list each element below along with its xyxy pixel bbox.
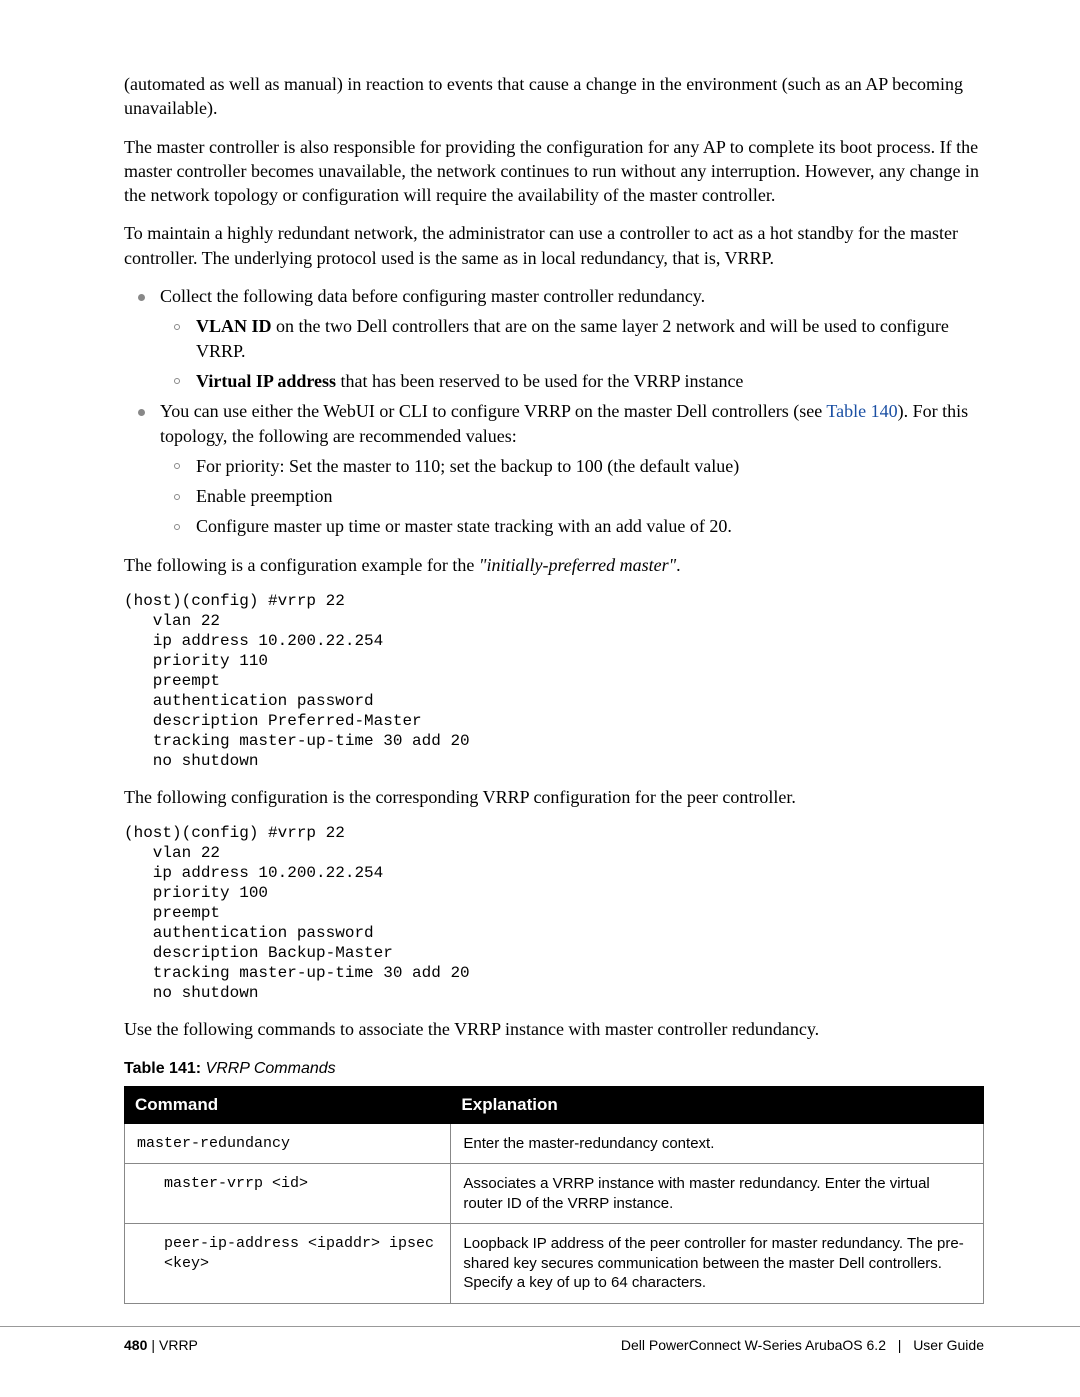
table-row: peer-ip-address <ipaddr> ipsec <key>Loop…: [125, 1224, 984, 1304]
sub-bullet-item: For priority: Set the master to 110; set…: [160, 454, 984, 478]
table-header-command: Command: [125, 1086, 451, 1123]
command-cell: master-vrrp <id>: [125, 1164, 451, 1224]
body-paragraph: To maintain a highly redundant network, …: [124, 221, 984, 270]
table-row: master-redundancyEnter the master-redund…: [125, 1123, 984, 1164]
footer-right: Dell PowerConnect W-Series ArubaOS 6.2 |…: [621, 1337, 984, 1353]
sub-bullet-item: Virtual IP address that has been reserve…: [160, 369, 984, 393]
body-paragraph: The following configuration is the corre…: [124, 785, 984, 809]
italic-text: "initially-preferred master": [479, 555, 676, 575]
table-header-explanation: Explanation: [451, 1086, 984, 1123]
explanation-cell: Enter the master-redundancy context.: [451, 1123, 984, 1164]
footer-product: Dell PowerConnect W-Series ArubaOS 6.2: [621, 1337, 886, 1353]
text-run: The following is a configuration example…: [124, 555, 479, 575]
body-paragraph: The master controller is also responsibl…: [124, 135, 984, 208]
vrrp-commands-table: Command Explanation master-redundancyEnt…: [124, 1086, 984, 1304]
footer-doc: User Guide: [913, 1337, 984, 1353]
bullet-item: You can use either the WebUI or CLI to c…: [124, 399, 984, 538]
sub-bullet-item: Enable preemption: [160, 484, 984, 508]
explanation-cell: Associates a VRRP instance with master r…: [451, 1164, 984, 1224]
bullet-text: You can use either the WebUI or CLI to c…: [160, 401, 826, 421]
footer-left: 480|VRRP: [124, 1337, 198, 1353]
cross-ref-link[interactable]: Table 140: [826, 401, 897, 421]
bullet-text: on the two Dell controllers that are on …: [196, 316, 949, 360]
page-number: 480: [124, 1337, 147, 1353]
footer-separator: |: [894, 1337, 905, 1353]
sub-bullet-item: Configure master up time or master state…: [160, 514, 984, 538]
page-footer: 480|VRRP Dell PowerConnect W-Series Arub…: [0, 1326, 1080, 1353]
body-paragraph: The following is a configuration example…: [124, 553, 984, 577]
text-run: .: [676, 555, 681, 575]
sub-bullet-item: VLAN ID on the two Dell controllers that…: [160, 314, 984, 363]
bullet-text: Collect the following data before config…: [160, 286, 705, 306]
code-block: (host)(config) #vrrp 22 vlan 22 ip addre…: [124, 591, 984, 771]
bullet-item: Collect the following data before config…: [124, 284, 984, 393]
table-caption: Table 141: VRRP Commands: [124, 1060, 984, 1078]
table-row: master-vrrp <id>Associates a VRRP instan…: [125, 1164, 984, 1224]
code-block: (host)(config) #vrrp 22 vlan 22 ip addre…: [124, 823, 984, 1003]
body-paragraph: Use the following commands to associate …: [124, 1017, 984, 1041]
footer-section: VRRP: [159, 1337, 198, 1353]
bold-term: VLAN ID: [196, 316, 272, 336]
command-cell: peer-ip-address <ipaddr> ipsec <key>: [125, 1224, 451, 1304]
body-paragraph: (automated as well as manual) in reactio…: [124, 72, 984, 121]
footer-separator: |: [151, 1337, 155, 1353]
command-cell: master-redundancy: [125, 1123, 451, 1164]
explanation-cell: Loopback IP address of the peer controll…: [451, 1224, 984, 1304]
table-title: VRRP Commands: [201, 1060, 336, 1077]
bullet-text: that has been reserved to be used for th…: [336, 371, 743, 391]
bullet-list: Collect the following data before config…: [124, 284, 984, 539]
bold-term: Virtual IP address: [196, 371, 336, 391]
table-number: Table 141:: [124, 1060, 201, 1077]
